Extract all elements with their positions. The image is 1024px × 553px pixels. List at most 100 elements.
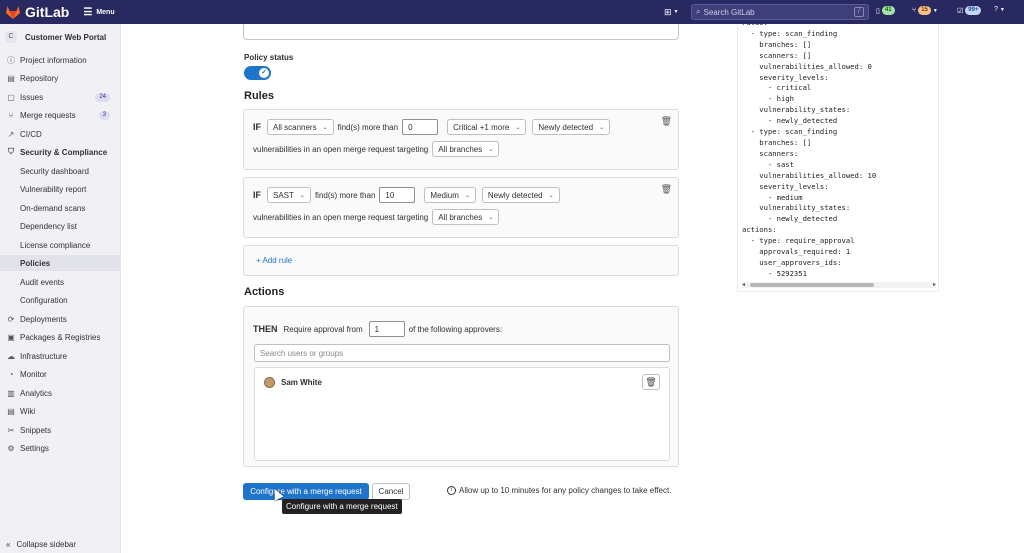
new-dropdown-button[interactable]: ⊞ ▼ — [664, 6, 682, 18]
require-approval-text: Require approval from — [283, 324, 363, 334]
dropdown-value: All branches — [438, 144, 483, 154]
sidebar-sub-on-demand-scans[interactable]: On-demand scans — [0, 200, 120, 216]
project-avatar: C — [5, 31, 17, 43]
yaml-line: vulnerabilities_allowed: 0 — [759, 61, 872, 71]
policy-description-textarea[interactable] — [243, 24, 679, 40]
sidebar-item-label: Snippets — [20, 425, 52, 435]
sidebar-item-project-information[interactable]: ⓘ Project information — [0, 52, 120, 68]
yaml-line: branches: [] — [759, 137, 812, 147]
yaml-line: vulnerabilities_allowed: 10 — [759, 170, 877, 180]
issues-button[interactable]: ▯ 41 — [876, 6, 895, 15]
state-dropdown[interactable]: Newly detected ⌄ — [481, 187, 560, 203]
dropdown-value: Newly detected — [538, 122, 594, 132]
todo-icon: ☑ — [957, 7, 964, 15]
scroll-right-icon[interactable]: ▸ — [933, 281, 936, 288]
sidebar-item-label: Deployments — [20, 314, 67, 324]
trash-icon: 🗑 — [645, 377, 657, 387]
help-button[interactable]: ? ▼ — [994, 6, 1005, 13]
sidebar-item-analytics[interactable]: ▥ Analytics — [0, 385, 120, 401]
collapse-sidebar-button[interactable]: « Collapse sidebar — [6, 540, 76, 549]
sidebar-item-label: Vulnerability report — [20, 184, 87, 194]
vulnerabilities-count-input[interactable]: 0 — [402, 119, 439, 135]
cancel-button[interactable]: Cancel — [372, 483, 410, 500]
rule-if-keyword: IF — [253, 190, 261, 200]
collapse-label: Collapse sidebar — [16, 540, 77, 549]
sidebar-item-packages[interactable]: ▣ Packages & Registries — [0, 329, 120, 345]
menu-button[interactable]: ☰ Menu — [83, 7, 114, 18]
chevron-down-icon: ▼ — [999, 6, 1005, 13]
chevron-down-icon: ⌄ — [515, 124, 521, 131]
sidebar-sub-security-dashboard[interactable]: Security dashboard — [0, 163, 120, 179]
scrollbar-thumb[interactable] — [750, 283, 874, 287]
sidebar-sub-vulnerability-report[interactable]: Vulnerability report — [0, 181, 120, 197]
sidebar-sub-dependency-list[interactable]: Dependency list — [0, 218, 120, 234]
sidebar-item-label: Wiki — [20, 406, 36, 416]
sidebar-item-deployments[interactable]: ⟳ Deployments — [0, 311, 120, 327]
policy-status-toggle[interactable]: ✓ — [244, 66, 271, 80]
dropdown-value: All branches — [438, 212, 483, 222]
sidebar-sub-configuration[interactable]: Configuration — [0, 292, 120, 308]
gitlab-logo[interactable]: GitLab — [5, 4, 69, 20]
help-icon: ? — [994, 6, 998, 13]
finds-text: find(s) more than — [337, 122, 399, 132]
policy-status-label: Policy status — [244, 53, 294, 62]
sidebar-item-merge-requests[interactable]: ⑂ Merge requests 3 — [0, 107, 120, 123]
search-input[interactable]: ⌕ Search GitLab / — [691, 4, 869, 20]
approvals-count-input[interactable]: 1 — [368, 321, 405, 337]
rule-if-keyword: IF — [253, 122, 261, 132]
sidebar-item-label: License compliance — [20, 240, 91, 250]
sidebar-sub-audit-events[interactable]: Audit events — [0, 274, 120, 290]
sidebar-item-label: Security dashboard — [20, 166, 89, 176]
sidebar-item-label: Issues — [20, 92, 44, 102]
todos-button[interactable]: ☑ 99+ — [957, 6, 982, 15]
severity-dropdown[interactable]: Critical +1 more ⌄ — [447, 119, 527, 135]
chevron-down-icon: ⌄ — [488, 146, 494, 153]
sidebar-item-wiki[interactable]: ▤ Wiki — [0, 403, 120, 419]
configure-merge-request-button[interactable]: Configure with a merge request — [243, 483, 369, 500]
yaml-line: severity_levels: — [759, 72, 829, 82]
scanner-dropdown[interactable]: All scanners ⌄ — [267, 119, 334, 135]
add-rule-button[interactable]: + Add rule — [256, 256, 292, 265]
project-header[interactable]: C Customer Web Portal — [0, 24, 120, 50]
chevron-down-icon: ⌄ — [464, 192, 470, 199]
sidebar-item-issues[interactable]: ▢ Issues 24 — [0, 89, 120, 105]
remove-approver-button[interactable]: 🗑 — [642, 374, 660, 390]
yaml-line: scanners: — [759, 148, 799, 158]
yaml-preview-panel: rules: - type: scan_finding branches: []… — [737, 24, 939, 292]
search-shortcut: / — [854, 7, 864, 17]
dropdown-value: All scanners — [273, 122, 317, 132]
delete-rule-icon[interactable]: 🗑 — [661, 184, 672, 195]
branches-dropdown[interactable]: All branches ⌄ — [432, 209, 500, 225]
targeting-text: vulnerabilities in an open merge request… — [253, 144, 429, 154]
add-rule-card: + Add rule — [243, 245, 679, 276]
scanner-dropdown[interactable]: SAST ⌄ — [267, 187, 311, 203]
search-users-input[interactable]: Search users or groups — [254, 344, 670, 362]
sidebar-item-label: Policies — [20, 258, 51, 268]
rocket-icon: ↗ — [7, 129, 15, 139]
state-dropdown[interactable]: Newly detected ⌄ — [532, 119, 611, 135]
horizontal-scrollbar[interactable]: ◂ ▸ — [742, 282, 936, 288]
vulnerabilities-count-input[interactable]: 10 — [379, 187, 416, 203]
sidebar-item-snippets[interactable]: ✂ Snippets — [0, 422, 120, 438]
chevron-down-icon: ⌄ — [548, 192, 554, 199]
merge-requests-button[interactable]: ⑂ 15 ▼ — [912, 6, 938, 15]
sidebar-item-monitor[interactable]: ◔ Monitor — [0, 366, 120, 382]
sidebar-sub-policies[interactable]: Policies — [0, 255, 120, 271]
sidebar-item-security-compliance[interactable]: ⛉ Security & Compliance — [0, 144, 120, 160]
sidebar-item-settings[interactable]: ⚙ Settings — [0, 440, 120, 456]
sidebar-item-cicd[interactable]: ↗ CI/CD — [0, 126, 120, 142]
sidebar-item-label: Infrastructure — [20, 351, 68, 361]
delete-rule-icon[interactable]: 🗑 — [661, 116, 672, 127]
sidebar-sub-license-compliance[interactable]: License compliance — [0, 237, 120, 253]
monitor-icon: ◔ — [8, 369, 14, 379]
mr-count-badge: 3 — [98, 110, 110, 120]
sidebar-item-infrastructure[interactable]: ☁ Infrastructure — [0, 348, 120, 364]
sidebar-item-label: Security & Compliance — [20, 147, 108, 157]
scroll-left-icon[interactable]: ◂ — [742, 281, 745, 288]
approver-item: Sam White — [264, 377, 322, 388]
shield-icon: ⛉ — [8, 147, 14, 156]
approver-name: Sam White — [281, 378, 322, 387]
branches-dropdown[interactable]: All branches ⌄ — [432, 141, 500, 157]
sidebar-item-repository[interactable]: ▤ Repository — [0, 70, 120, 86]
severity-dropdown[interactable]: Medium ⌄ — [424, 187, 476, 203]
